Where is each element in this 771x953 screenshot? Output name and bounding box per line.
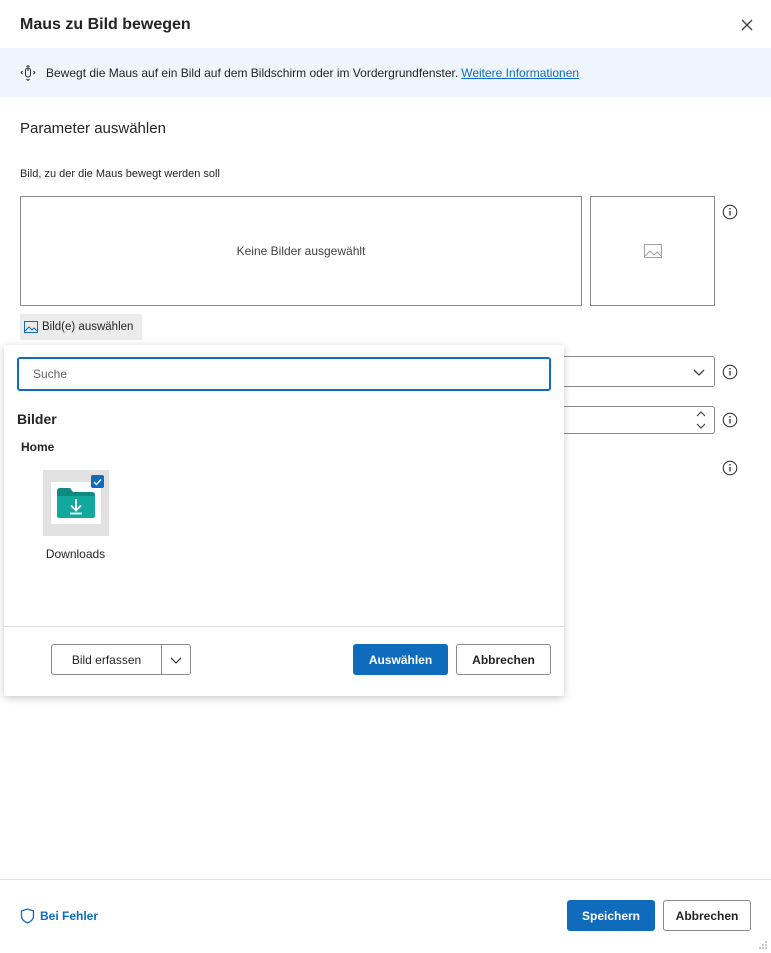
chevron-down-icon bbox=[170, 657, 182, 664]
capture-options-dropdown[interactable] bbox=[162, 645, 190, 674]
close-icon bbox=[741, 19, 753, 31]
image-field-label: Bild, zu der die Maus bewegt werden soll bbox=[20, 168, 220, 180]
capture-image-button[interactable]: Bild erfassen bbox=[51, 644, 191, 675]
info-icon[interactable] bbox=[722, 364, 738, 380]
capture-image-label: Bild erfassen bbox=[71, 652, 142, 667]
parameter-spinner[interactable] bbox=[560, 406, 715, 434]
select-images-button[interactable]: Bild(e) auswählen bbox=[20, 314, 142, 340]
checkbox-checked-icon[interactable] bbox=[91, 475, 104, 488]
info-icon[interactable] bbox=[722, 460, 738, 476]
parameter-dropdown[interactable] bbox=[560, 356, 715, 387]
picker-group-label: Home bbox=[21, 440, 55, 454]
info-bar: Bewegt die Maus auf ein Bild auf dem Bil… bbox=[0, 48, 771, 97]
select-button[interactable]: Auswählen bbox=[353, 644, 448, 675]
image-list-box[interactable]: Keine Bilder ausgewählt bbox=[20, 196, 582, 306]
close-button[interactable] bbox=[736, 14, 758, 36]
divider bbox=[4, 626, 564, 627]
image-item-label: Downloads bbox=[45, 547, 106, 561]
info-icon[interactable] bbox=[722, 412, 738, 428]
image-picker-popup: Bilder Home Downloads Bild erfassen Ausw… bbox=[4, 345, 564, 696]
chevron-down-icon[interactable] bbox=[696, 422, 706, 430]
image-icon bbox=[24, 321, 38, 333]
picker-heading: Bilder bbox=[17, 411, 57, 427]
image-placeholder-icon bbox=[643, 244, 662, 258]
section-title: Parameter auswählen bbox=[20, 120, 166, 137]
mouse-move-icon bbox=[20, 64, 36, 81]
image-preview-box bbox=[590, 196, 715, 306]
downloads-folder-icon bbox=[57, 488, 95, 518]
more-info-link[interactable]: Weitere Informationen bbox=[461, 66, 579, 80]
on-error-label: Bei Fehler bbox=[40, 909, 99, 923]
select-images-label: Bild(e) auswählen bbox=[42, 321, 134, 333]
on-error-link[interactable]: Bei Fehler bbox=[20, 908, 98, 924]
footer-divider bbox=[0, 879, 771, 880]
cancel-button[interactable]: Abbrechen bbox=[663, 900, 751, 931]
save-button[interactable]: Speichern bbox=[567, 900, 655, 931]
info-icon[interactable] bbox=[722, 204, 738, 220]
image-item-downloads[interactable] bbox=[43, 470, 109, 536]
resize-grip-icon[interactable] bbox=[758, 940, 768, 950]
chevron-down-icon bbox=[693, 369, 705, 376]
chevron-up-icon[interactable] bbox=[696, 410, 706, 418]
picker-cancel-button[interactable]: Abbrechen bbox=[456, 644, 551, 675]
info-text: Bewegt die Maus auf ein Bild auf dem Bil… bbox=[46, 65, 459, 80]
search-input[interactable] bbox=[17, 357, 551, 391]
dialog-title: Maus zu Bild bewegen bbox=[20, 16, 191, 33]
no-images-text: Keine Bilder ausgewählt bbox=[236, 244, 366, 258]
shield-icon bbox=[20, 908, 35, 924]
